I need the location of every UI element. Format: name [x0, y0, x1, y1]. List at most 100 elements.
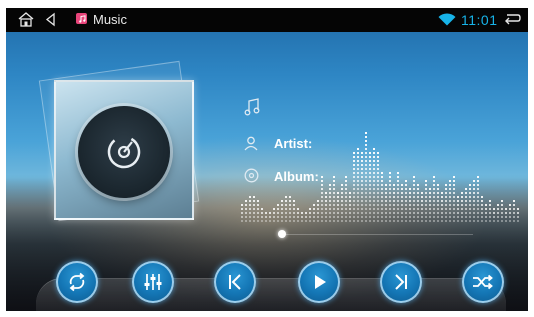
spectrum-dot: [365, 180, 367, 182]
return-icon[interactable]: [503, 12, 521, 29]
spectrum-dot: [381, 180, 383, 182]
spectrum-dot: [333, 200, 335, 202]
spectrum-dot: [465, 216, 467, 218]
spectrum-dot: [389, 220, 391, 222]
spectrum-dot: [365, 196, 367, 198]
home-icon[interactable]: [18, 12, 34, 30]
spectrum-dot: [349, 220, 351, 222]
spectrum-dot: [289, 196, 291, 198]
spectrum-dot: [301, 216, 303, 218]
spectrum-dot: [449, 216, 451, 218]
progress-thumb[interactable]: [278, 230, 286, 238]
spectrum-dot: [377, 200, 379, 202]
spectrum-dot: [349, 192, 351, 194]
spectrum-dot: [345, 180, 347, 182]
spectrum-dot: [465, 204, 467, 206]
spectrum-dot: [445, 192, 447, 194]
spectrum-dot: [509, 208, 511, 210]
spectrum-dot: [461, 216, 463, 218]
spectrum-dot: [281, 220, 283, 222]
spectrum-dot: [481, 216, 483, 218]
next-button[interactable]: [380, 261, 422, 303]
spectrum-dot: [397, 184, 399, 186]
spectrum-dot: [405, 220, 407, 222]
spectrum-dot: [261, 212, 263, 214]
spectrum-dot: [369, 212, 371, 214]
shuffle-button[interactable]: [462, 261, 504, 303]
control-bar: [36, 278, 506, 311]
spectrum-dot: [369, 172, 371, 174]
spectrum-dot: [333, 216, 335, 218]
spectrum-dot: [461, 196, 463, 198]
spectrum-dot: [353, 172, 355, 174]
equalizer-button[interactable]: [132, 261, 174, 303]
spectrum-dot: [417, 196, 419, 198]
spectrum-dot: [453, 184, 455, 186]
spectrum-dot: [249, 204, 251, 206]
spectrum-dot: [357, 220, 359, 222]
spectrum-dot: [361, 172, 363, 174]
spectrum-dot: [417, 184, 419, 186]
spectrum-dot: [357, 212, 359, 214]
spectrum-dot: [353, 208, 355, 210]
disc-emblem-icon: [107, 135, 141, 169]
spectrum-dot: [393, 196, 395, 198]
spectrum-dot: [421, 208, 423, 210]
spectrum-dot: [389, 208, 391, 210]
spectrum-dot: [493, 216, 495, 218]
spectrum-dot: [405, 208, 407, 210]
spectrum-dot: [385, 212, 387, 214]
spectrum-dot: [357, 208, 359, 210]
spectrum-dot: [509, 212, 511, 214]
spectrum-dot: [381, 176, 383, 178]
spectrum-dot: [413, 220, 415, 222]
spectrum-dot: [377, 196, 379, 198]
spectrum-dot: [389, 184, 391, 186]
spectrum-dot: [377, 164, 379, 166]
repeat-button[interactable]: [56, 261, 98, 303]
spectrum-dot: [461, 212, 463, 214]
spectrum-dot: [501, 216, 503, 218]
spectrum-dot: [465, 200, 467, 202]
spectrum-dot: [393, 220, 395, 222]
spectrum-dot: [385, 188, 387, 190]
spectrum-dot: [469, 200, 471, 202]
spectrum-dot: [433, 216, 435, 218]
progress-track[interactable]: [278, 234, 473, 235]
spectrum-dot: [473, 212, 475, 214]
spectrum-dot: [293, 200, 295, 202]
spectrum-dot: [353, 152, 355, 154]
spectrum-dot: [345, 196, 347, 198]
spectrum-dot: [313, 216, 315, 218]
spectrum-dot: [449, 220, 451, 222]
spectrum-dot: [309, 208, 311, 210]
spectrum-dot: [345, 204, 347, 206]
spectrum-dot: [397, 200, 399, 202]
spectrum-dot: [345, 200, 347, 202]
spectrum-dot: [353, 160, 355, 162]
status-time: 11:01: [461, 12, 498, 28]
previous-button[interactable]: [214, 261, 256, 303]
spectrum-dot: [337, 192, 339, 194]
spectrum-dot: [333, 212, 335, 214]
spectrum-dot: [329, 200, 331, 202]
spectrum-dot: [249, 208, 251, 210]
spectrum-dot: [377, 212, 379, 214]
back-icon[interactable]: [44, 12, 56, 30]
spectrum-dot: [417, 220, 419, 222]
spectrum-dot: [345, 216, 347, 218]
spectrum-dot: [361, 212, 363, 214]
spectrum-dot: [341, 192, 343, 194]
spectrum-dot: [409, 188, 411, 190]
spectrum-dot: [473, 216, 475, 218]
spectrum-dot: [317, 216, 319, 218]
spectrum-dot: [497, 204, 499, 206]
spectrum-dot: [397, 208, 399, 210]
spectrum-dot: [389, 176, 391, 178]
spectrum-dot: [405, 184, 407, 186]
spectrum-dot: [409, 204, 411, 206]
spectrum-dot: [361, 220, 363, 222]
music-player-screen: Music 11:01 Artist: Album:: [6, 8, 528, 311]
spectrum-dot: [333, 188, 335, 190]
play-button[interactable]: [298, 261, 340, 303]
